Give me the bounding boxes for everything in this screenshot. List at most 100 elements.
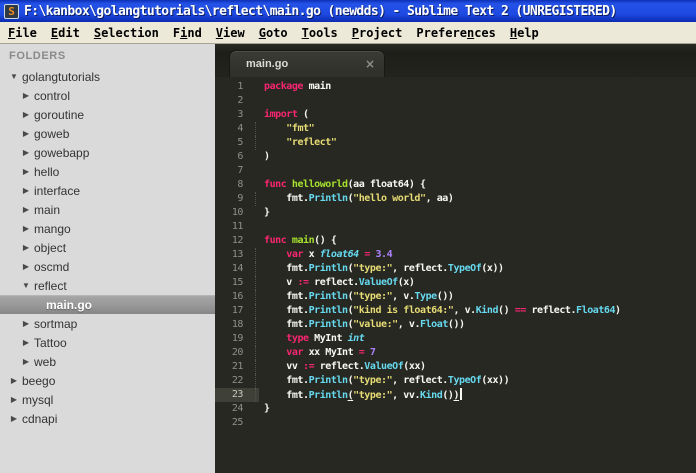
tree-item-golangtutorials[interactable]: ▼ golangtutorials (0, 67, 215, 86)
tree-item-reflect[interactable]: ▼ reflect (0, 276, 215, 295)
indent-guide (255, 360, 256, 374)
code-line[interactable]: 7 (215, 164, 696, 178)
tree-item-object[interactable]: ▶ object (0, 238, 215, 257)
code-line[interactable]: 4 "fmt" (215, 122, 696, 136)
tree-item-beego[interactable]: ▶ beego (0, 371, 215, 390)
menu-item-help[interactable]: Help (503, 23, 546, 43)
tree-item-goroutine[interactable]: ▶ goroutine (0, 105, 215, 124)
tree-item-label: goroutine (34, 107, 85, 122)
code-line[interactable]: 21 vv := reflect.ValueOf(xx) (215, 360, 696, 374)
code-line[interactable]: 17 fmt.Println("kind is float64:", v.Kin… (215, 304, 696, 318)
expand-arrow-icon: ▶ (22, 205, 30, 214)
code-line-content: fmt.Println("type:", reflect.TypeOf(x)) (255, 262, 504, 276)
tree-item-label: oscmd (34, 259, 70, 274)
code-line-content: var xx MyInt = 7 (255, 346, 376, 360)
tree-item-sortmap[interactable]: ▶ sortmap (0, 314, 215, 333)
tree-item-cdnapi[interactable]: ▶ cdnapi (0, 409, 215, 428)
line-number: 11 (231, 221, 244, 232)
line-number: 10 (231, 207, 244, 218)
sublime-app-icon[interactable]: S (4, 3, 19, 19)
close-icon[interactable]: × (365, 57, 375, 71)
collapse-arrow-icon: ▼ (10, 72, 18, 81)
code-line-content (259, 164, 264, 178)
code-line-content: type MyInt int (255, 332, 365, 346)
tree-item-oscmd[interactable]: ▶ oscmd (0, 257, 215, 276)
code-line[interactable]: 9 fmt.Println("hello world", aa) (215, 192, 696, 206)
expand-arrow-icon: ▶ (10, 376, 18, 385)
code-line[interactable]: 23 fmt.Println("type:", vv.Kind()) (215, 388, 696, 402)
code-line-content: fmt.Println("value:", v.Float()) (255, 318, 465, 332)
tab-label: main.go (246, 58, 289, 70)
code-line-content: var x float64 = 3.4 (255, 248, 393, 262)
tree-item-hello[interactable]: ▶ hello (0, 162, 215, 181)
tree-item-goweb[interactable]: ▶ goweb (0, 124, 215, 143)
code-line-content: fmt.Println("type:", reflect.TypeOf(xx)) (255, 374, 510, 388)
menu-item-goto[interactable]: Goto (252, 23, 295, 43)
tree-item-web[interactable]: ▶ web (0, 352, 215, 371)
line-number: 21 (231, 361, 244, 372)
title-bar[interactable]: S F:\kanbox\golangtutorials\reflect\main… (0, 0, 696, 22)
code-line[interactable]: 25 (215, 416, 696, 430)
tree-item-label: goweb (34, 126, 70, 141)
menu-item-selection[interactable]: Selection (87, 23, 166, 43)
code-line[interactable]: 8 func helloworld(aa float64) { (215, 178, 696, 192)
menu-item-edit[interactable]: Edit (44, 23, 87, 43)
code-line[interactable]: 5 "reflect" (215, 136, 696, 150)
folders-header: FOLDERS (9, 50, 66, 62)
line-number: 19 (231, 333, 244, 344)
line-number: 20 (231, 347, 244, 358)
code-line[interactable]: 20 var xx MyInt = 7 (215, 346, 696, 360)
code-line[interactable]: 6) (215, 150, 696, 164)
menu-item-file[interactable]: File (1, 23, 44, 43)
text-caret (460, 388, 463, 400)
tree-item-main[interactable]: ▶ main (0, 200, 215, 219)
tree-item-label: main (34, 202, 61, 217)
code-line[interactable]: 15 v := reflect.ValueOf(x) (215, 276, 696, 290)
code-line[interactable]: 24} (215, 402, 696, 416)
tree-item-interface[interactable]: ▶ interface (0, 181, 215, 200)
expand-arrow-icon: ▶ (22, 91, 30, 100)
code-line[interactable]: 19 type MyInt int (215, 332, 696, 346)
line-number: 1 (237, 81, 243, 92)
expand-arrow-icon: ▶ (22, 148, 30, 157)
code-line[interactable]: 1 package main (215, 80, 696, 94)
code-line-content: fmt.Println("hello world", aa) (255, 192, 454, 206)
menu-item-project[interactable]: Project (345, 23, 410, 43)
code-line[interactable]: 22 fmt.Println("type:", reflect.TypeOf(x… (215, 374, 696, 388)
expand-arrow-icon: ▶ (10, 395, 18, 404)
menu-item-find[interactable]: Find (166, 23, 209, 43)
code-line-content: "reflect" (255, 136, 337, 150)
menu-item-preferences[interactable]: Preferences (409, 23, 503, 43)
line-number: 24 (231, 403, 244, 414)
tree-item-label: golangtutorials (22, 69, 101, 84)
tree-item-Tattoo[interactable]: ▶ Tattoo (0, 333, 215, 352)
tab-main-go[interactable]: main.go × (229, 50, 385, 77)
indent-guide (255, 304, 256, 318)
code-line[interactable]: 18 fmt.Println("value:", v.Float()) (215, 318, 696, 332)
menu-item-view[interactable]: View (209, 23, 252, 43)
code-line[interactable]: 14 fmt.Println("type:", reflect.TypeOf(x… (215, 262, 696, 276)
tree-item-label: sortmap (34, 316, 78, 331)
tree-item-mango[interactable]: ▶ mango (0, 219, 215, 238)
indent-guide (255, 262, 256, 276)
code-line[interactable]: 2 (215, 94, 696, 108)
code-line[interactable]: 13 var x float64 = 3.4 (215, 248, 696, 262)
code-line[interactable]: 11 (215, 220, 696, 234)
tree-item-control[interactable]: ▶ control (0, 86, 215, 105)
code-line[interactable]: 16 fmt.Println("type:", v.Type()) (215, 290, 696, 304)
code-line[interactable]: 10} (215, 206, 696, 220)
line-number: 25 (231, 417, 244, 428)
code-line-content: func helloworld(aa float64) { (264, 179, 426, 190)
sublime-text-window: S F:\kanbox\golangtutorials\reflect\main… (0, 0, 696, 473)
code-line[interactable]: 12 func main() { (215, 234, 696, 248)
line-number: 23 (215, 388, 259, 402)
tree-item-main-go[interactable]: main.go (0, 295, 215, 314)
expand-arrow-icon: ▶ (22, 319, 30, 328)
tree-item-mysql[interactable]: ▶ mysql (0, 390, 215, 409)
tree-item-gowebapp[interactable]: ▶ gowebapp (0, 143, 215, 162)
code-area[interactable]: 1 package main 2 3 import (4 "fmt" 5 "reflect… (215, 77, 696, 473)
line-number: 9 (237, 193, 243, 204)
code-line[interactable]: 3 import ( (215, 108, 696, 122)
menu-item-tools[interactable]: Tools (295, 23, 345, 43)
editor-pane: main.go × 1 package main 2 3 import (4 "fmt"… (215, 44, 696, 473)
